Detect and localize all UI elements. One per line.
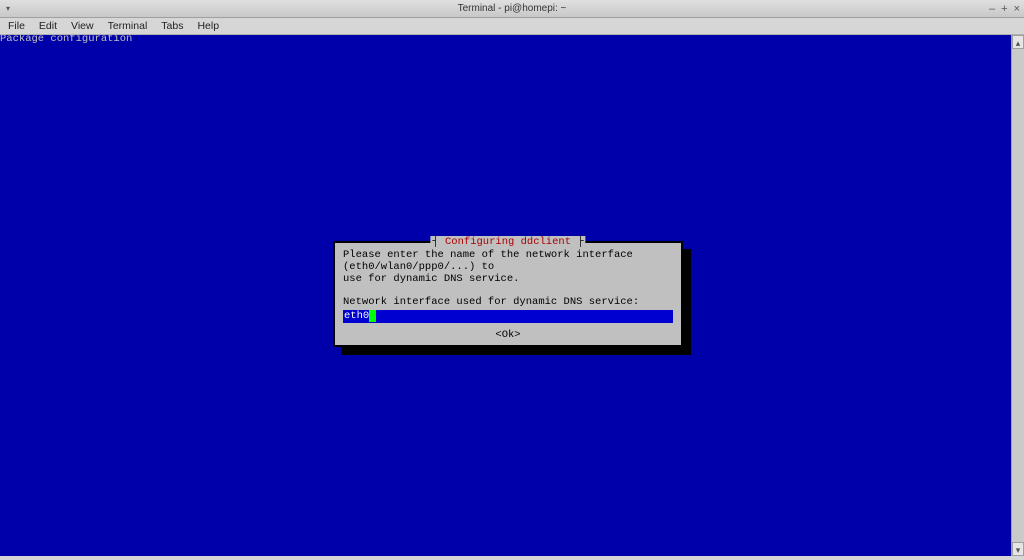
- menu-edit[interactable]: Edit: [39, 20, 57, 32]
- package-configuration-header: Package configuration: [0, 33, 132, 45]
- terminal-view[interactable]: Package configuration Configuring ddclie…: [0, 35, 1024, 556]
- app-menu-icon[interactable]: ▾: [0, 4, 16, 13]
- menu-file[interactable]: File: [8, 20, 25, 32]
- window-controls: – + ×: [989, 3, 1020, 15]
- ok-button[interactable]: <Ok>: [343, 329, 673, 341]
- input-value: eth0: [344, 310, 369, 322]
- dialog-title: Configuring ddclient: [430, 236, 585, 248]
- menu-bar: File Edit View Terminal Tabs Help: [0, 18, 1024, 35]
- text-cursor: [369, 310, 376, 322]
- scrollbar-track[interactable]: [1012, 49, 1024, 542]
- network-interface-input[interactable]: eth0: [343, 310, 673, 323]
- menu-tabs[interactable]: Tabs: [161, 20, 183, 32]
- dialog-description-line1: Please enter the name of the network int…: [343, 249, 673, 273]
- vertical-scrollbar[interactable]: ▴ ▾: [1011, 35, 1024, 556]
- window-title-bar: ▾ Terminal - pi@homepi: ~ – + ×: [0, 0, 1024, 18]
- dialog-box: Configuring ddclient Please enter the na…: [333, 241, 683, 347]
- menu-terminal[interactable]: Terminal: [108, 20, 148, 32]
- menu-view[interactable]: View: [71, 20, 94, 32]
- close-button[interactable]: ×: [1014, 3, 1020, 15]
- scroll-down-button[interactable]: ▾: [1012, 542, 1024, 556]
- dialog-description-line2: use for dynamic DNS service.: [343, 273, 673, 285]
- config-dialog: Configuring ddclient Please enter the na…: [333, 241, 683, 347]
- maximize-button[interactable]: +: [1001, 3, 1007, 15]
- minimize-button[interactable]: –: [989, 3, 995, 15]
- dialog-prompt: Network interface used for dynamic DNS s…: [343, 296, 673, 308]
- window-title: Terminal - pi@homepi: ~: [0, 3, 1024, 14]
- menu-help[interactable]: Help: [197, 20, 219, 32]
- scroll-up-button[interactable]: ▴: [1012, 35, 1024, 49]
